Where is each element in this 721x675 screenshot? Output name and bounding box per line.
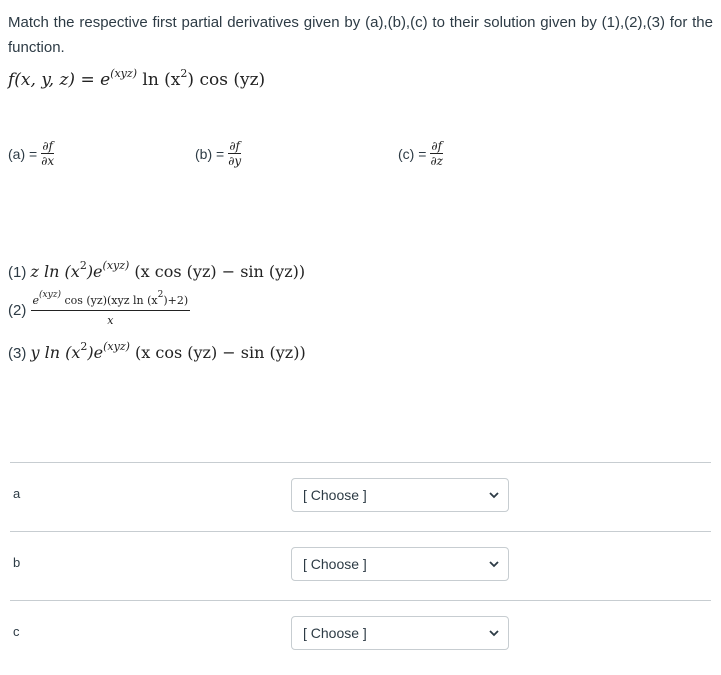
- match-select-c[interactable]: [ Choose ]: [291, 616, 509, 650]
- function-lhs: f(x, y, z) = e: [8, 70, 111, 90]
- solution-3: (3) y ln (x2)e(xyz) (x cos (yz) − sin (y…: [8, 340, 306, 362]
- function-rhs2: ) cos (yz): [187, 70, 266, 90]
- select-value: [ Choose ]: [303, 625, 367, 641]
- chevron-down-icon: [488, 627, 500, 639]
- match-row-label-b: b: [13, 555, 21, 570]
- match-row-label-a: a: [13, 486, 21, 501]
- partial-y-fraction: ∂f ∂y: [228, 139, 242, 168]
- derivative-b: (b) = ∂f ∂y: [195, 139, 242, 168]
- solution-1-expression: z ln (x2)e(xyz) (x cos (yz) − sin (yz)): [30, 259, 306, 281]
- divider: [10, 531, 711, 532]
- partial-z-fraction: ∂f ∂z: [430, 139, 444, 168]
- solution-2-fraction: e(xyz) cos (yz)(xyz ln (x2)+2) x: [30, 290, 191, 327]
- solution-1: (1) z ln (x2)e(xyz) (x cos (yz) − sin (y…: [8, 259, 306, 281]
- function-definition: f(x, y, z) = e(xyz) ln (x2) cos (yz): [8, 67, 266, 90]
- match-select-b[interactable]: [ Choose ]: [291, 547, 509, 581]
- function-exponent: (xyz): [110, 67, 137, 80]
- function-rhs1: ln (x: [136, 70, 181, 90]
- select-value: [ Choose ]: [303, 487, 367, 503]
- select-value: [ Choose ]: [303, 556, 367, 572]
- question-prompt: Match the respective first partial deriv…: [8, 14, 713, 56]
- chevron-down-icon: [488, 489, 500, 501]
- match-row-label-c: c: [13, 624, 20, 639]
- derivative-definitions: (a) = ∂f ∂x (b) = ∂f ∂y (c) = ∂f ∂z: [0, 140, 721, 180]
- match-select-a[interactable]: [ Choose ]: [291, 478, 509, 512]
- derivative-c: (c) = ∂f ∂z: [398, 139, 444, 168]
- partial-x-fraction: ∂f ∂x: [41, 139, 55, 168]
- divider: [10, 600, 711, 601]
- chevron-down-icon: [488, 558, 500, 570]
- divider: [10, 462, 711, 463]
- solution-3-expression: y ln (x2)e(xyz) (x cos (yz) − sin (yz)): [30, 340, 306, 362]
- solution-2: (2) e(xyz) cos (yz)(xyz ln (x2)+2) x: [8, 290, 191, 327]
- derivative-a: (a) = ∂f ∂x: [8, 139, 55, 168]
